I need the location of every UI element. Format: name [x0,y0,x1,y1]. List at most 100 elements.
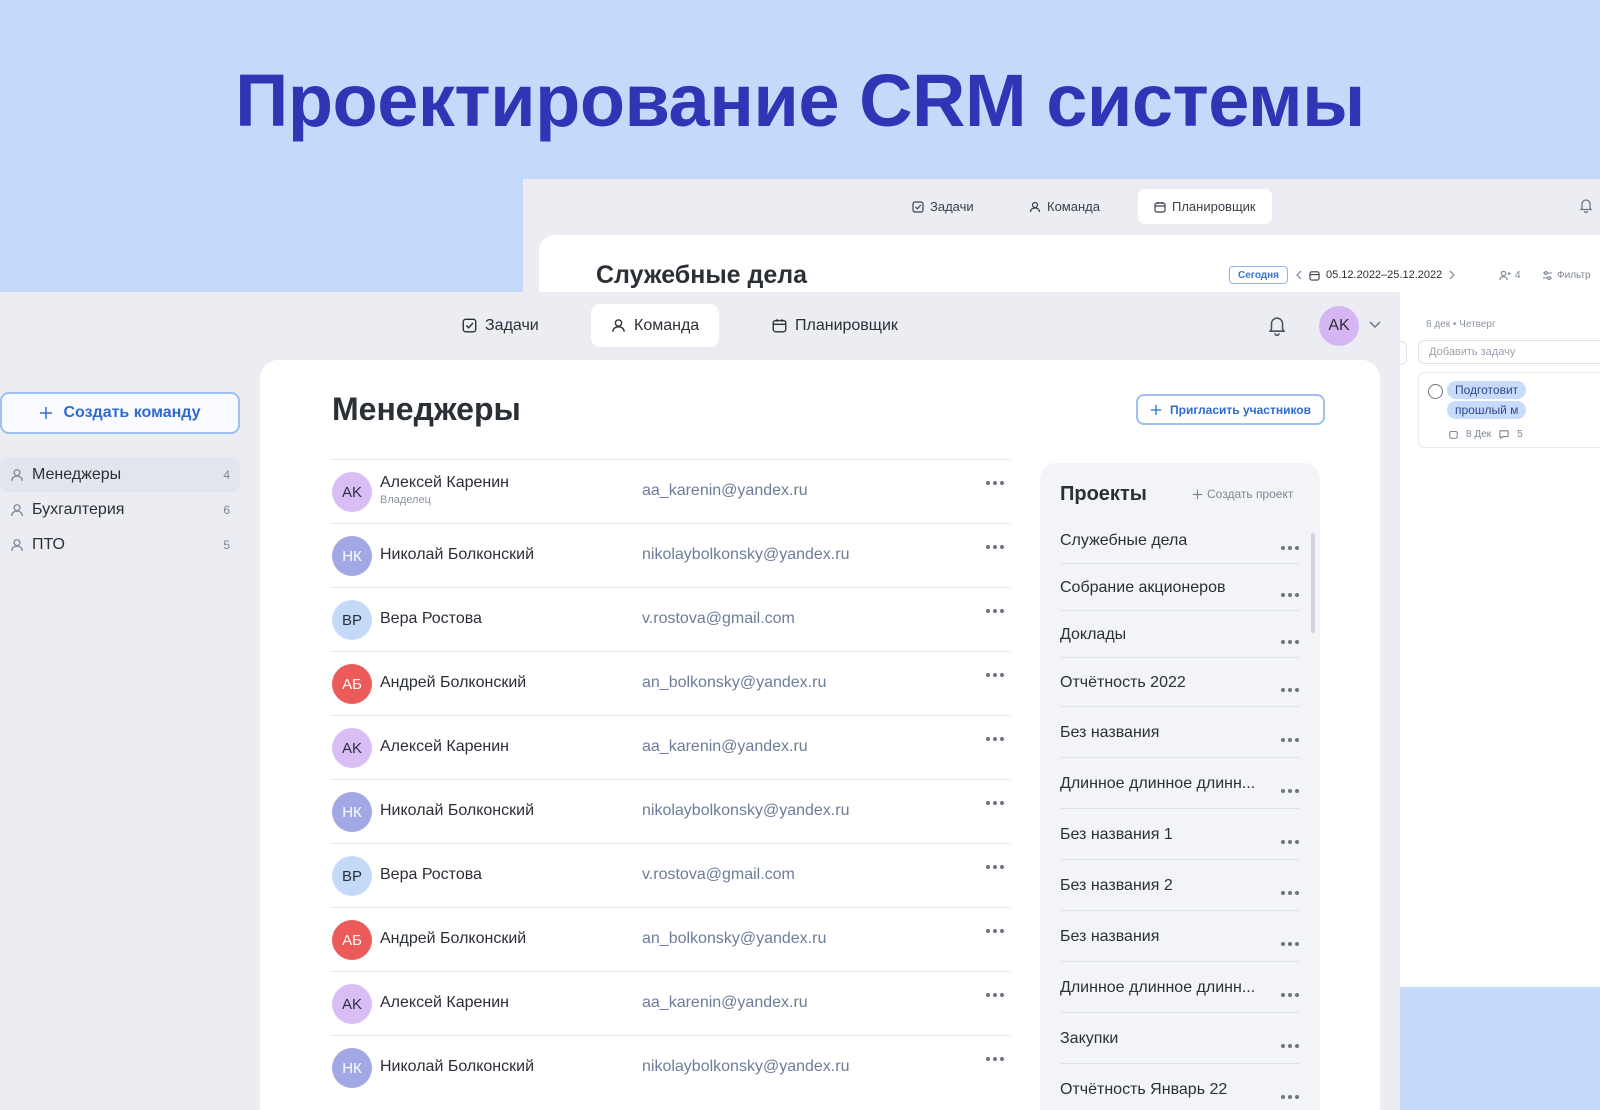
more-icon[interactable] [1280,639,1300,645]
more-icon[interactable] [985,544,1005,550]
create-team-button[interactable]: Создать команду [0,392,240,434]
project-more-button[interactable] [1280,632,1300,650]
more-icon[interactable] [1280,737,1300,743]
planner-tab-tasks[interactable]: Задачи [896,189,990,224]
member-email[interactable]: an_bolkonsky@yandex.ru [642,930,826,948]
date-range-picker[interactable]: 05.12.2022–25.12.2022 [1295,266,1456,284]
add-task-input[interactable]: Добавить задачу [1418,340,1600,364]
more-icon[interactable] [985,672,1005,678]
invite-members-button[interactable]: Пригласить участников [1136,394,1326,425]
member-row[interactable]: НК Николай Болконский nikolaybolkonsky@yan… [332,779,1010,843]
today-button[interactable]: Сегодня [1229,266,1289,284]
member-email[interactable]: nikolaybolkonsky@yandex.ru [642,1058,849,1076]
more-icon[interactable] [1280,839,1300,845]
member-row[interactable]: AK Алексей Каренин Владелец aa_karenin@yand… [332,459,1010,523]
more-icon[interactable] [1280,687,1300,693]
more-icon[interactable] [985,1056,1005,1062]
chevron-right-icon[interactable] [1448,270,1456,280]
task-checkbox[interactable] [1428,384,1443,399]
member-row[interactable]: ВР Вера Ростова v.rostova@gmail.com [332,843,1010,907]
project-item[interactable]: Длинное длинное длинн... [1060,758,1300,809]
project-item[interactable]: Собрание акционеров [1060,564,1300,611]
member-more-button[interactable] [980,672,1010,678]
project-more-button[interactable] [1280,538,1300,556]
more-icon[interactable] [985,928,1005,934]
project-more-button[interactable] [1280,883,1300,901]
more-icon[interactable] [1280,1094,1300,1100]
member-email[interactable]: nikolaybolkonsky@yandex.ru [642,802,849,820]
project-item[interactable]: Отчётность Январь 22 [1060,1064,1300,1110]
tab-planner[interactable]: Планировщик [752,304,918,347]
member-row[interactable]: НК Николай Болконский nikolaybolkonsky@yan… [332,523,1010,587]
project-more-button[interactable] [1280,1036,1300,1054]
more-icon[interactable] [1280,890,1300,896]
project-item[interactable]: Без названия [1060,707,1300,758]
team-item-accounting[interactable]: Бухгалтерия 6 [0,492,240,527]
user-avatar[interactable]: AK [1319,306,1359,346]
member-more-button[interactable] [980,480,1010,486]
project-item[interactable]: Закупки [1060,1013,1300,1064]
more-icon[interactable] [1280,941,1300,947]
create-project-button[interactable]: Создать проект [1192,487,1293,501]
member-email[interactable]: aa_karenin@yandex.ru [642,482,808,500]
member-email[interactable]: aa_karenin@yandex.ru [642,994,808,1012]
more-icon[interactable] [1280,1043,1300,1049]
tab-tasks[interactable]: Задачи [442,304,559,347]
member-more-button[interactable] [980,736,1010,742]
member-more-button[interactable] [980,1056,1010,1062]
bell-icon[interactable] [1266,314,1288,336]
more-icon[interactable] [985,608,1005,614]
filter-button[interactable]: Фильтр [1542,266,1591,284]
planner-tab-planner[interactable]: Планировщик [1138,189,1272,224]
project-more-button[interactable] [1280,680,1300,698]
member-row[interactable]: НК Николай Болконский nikolaybolkonsky@yan… [332,1035,1010,1099]
member-more-button[interactable] [980,928,1010,934]
bell-icon[interactable] [1578,197,1594,213]
team-item-managers[interactable]: Менеджеры 4 [0,457,240,492]
member-email[interactable]: v.rostova@gmail.com [642,610,795,628]
project-item[interactable]: Без названия [1060,911,1300,962]
more-icon[interactable] [985,800,1005,806]
more-icon[interactable] [985,992,1005,998]
project-item[interactable]: Без названия 2 [1060,860,1300,911]
more-icon[interactable] [985,864,1005,870]
project-more-button[interactable] [1280,832,1300,850]
member-row[interactable]: AK Алексей Каренин aa_karenin@yandex.ru [332,971,1010,1035]
member-email[interactable]: nikolaybolkonsky@yandex.ru [642,546,849,564]
member-row[interactable]: АБ Андрей Болконский an_bolkonsky@yandex.r… [332,651,1010,715]
project-item[interactable]: Служебные дела [1060,517,1300,564]
task-card[interactable]: Подготовит прошлый м 8 Дек 5 [1418,372,1600,448]
member-row[interactable]: ВР Вера Ростова v.rostova@gmail.com [332,587,1010,651]
member-email[interactable]: v.rostova@gmail.com [642,866,795,884]
member-email[interactable]: an_bolkonsky@yandex.ru [642,674,826,692]
member-more-button[interactable] [980,800,1010,806]
project-item[interactable]: Длинное длинное длинн... [1060,962,1300,1013]
planner-tab-team[interactable]: Команда [1013,189,1116,224]
member-row[interactable]: AK Алексей Каренин aa_karenin@yandex.ru [332,715,1010,779]
chevron-down-icon[interactable] [1368,320,1382,329]
more-icon[interactable] [1280,545,1300,551]
project-more-button[interactable] [1280,781,1300,799]
member-more-button[interactable] [980,608,1010,614]
project-more-button[interactable] [1280,585,1300,603]
project-item[interactable]: Отчётность 2022 [1060,658,1300,707]
projects-scrollbar[interactable] [1311,533,1315,633]
project-more-button[interactable] [1280,934,1300,952]
more-icon[interactable] [1280,592,1300,598]
chevron-left-icon[interactable] [1295,270,1303,280]
project-item[interactable]: Без названия 1 [1060,809,1300,860]
project-item[interactable]: Доклады [1060,611,1300,658]
more-icon[interactable] [985,736,1005,742]
member-row[interactable]: АБ Андрей Болконский an_bolkonsky@yandex.r… [332,907,1010,971]
more-icon[interactable] [985,480,1005,486]
project-more-button[interactable] [1280,985,1300,1003]
project-more-button[interactable] [1280,1087,1300,1105]
member-more-button[interactable] [980,992,1010,998]
tab-team[interactable]: Команда [591,304,720,347]
member-email[interactable]: aa_karenin@yandex.ru [642,738,808,756]
more-icon[interactable] [1280,992,1300,998]
member-more-button[interactable] [980,544,1010,550]
more-icon[interactable] [1280,788,1300,794]
team-item-pto[interactable]: ПТО 5 [0,527,240,562]
members-filter[interactable]: 4 [1499,266,1521,284]
